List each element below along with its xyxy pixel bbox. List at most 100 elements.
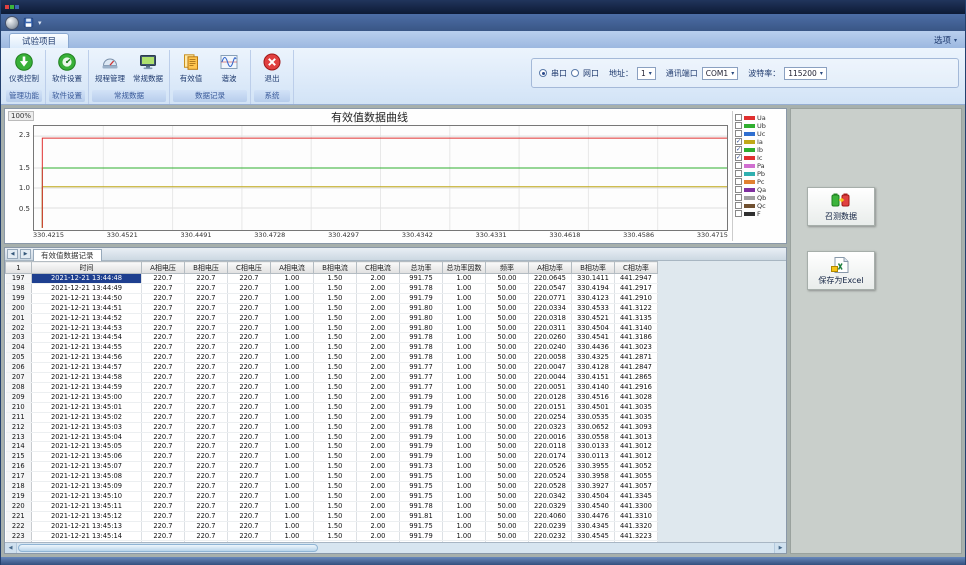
grid-cell[interactable]: 1.00 <box>271 373 314 383</box>
grid-cell[interactable]: 991.78 <box>400 283 443 293</box>
row-number-cell[interactable]: 221 <box>6 511 32 521</box>
grid-column-header[interactable]: A相电流 <box>271 262 314 274</box>
grid-cell[interactable]: 2.00 <box>357 283 400 293</box>
grid-cell[interactable]: 330.4325 <box>572 353 615 363</box>
grid-cell[interactable]: 50.00 <box>486 353 529 363</box>
grid-cell[interactable]: 1.00 <box>271 343 314 353</box>
grid-cell[interactable]: 1.00 <box>271 432 314 442</box>
grid-cell[interactable]: 2.00 <box>357 323 400 333</box>
grid-cell[interactable]: 50.00 <box>486 482 529 492</box>
row-number-cell[interactable]: 202 <box>6 323 32 333</box>
grid-cell[interactable]: 330.4533 <box>572 303 615 313</box>
tab-scroll-right-icon[interactable]: ▶ <box>20 249 31 259</box>
grid-cell[interactable]: 220.7 <box>228 482 271 492</box>
grid-column-header[interactable]: A相电压 <box>142 262 185 274</box>
grid-cell[interactable]: 330.4501 <box>572 402 615 412</box>
grid-cell[interactable]: 1.50 <box>314 482 357 492</box>
table-row[interactable]: 2192021-12-21 13:45:10220.7220.7220.71.0… <box>6 491 658 501</box>
grid-cell[interactable]: 220.7 <box>228 501 271 511</box>
row-number-cell[interactable]: 200 <box>6 303 32 313</box>
ribbon-button-instrument-control[interactable]: 仪表控制 <box>5 50 43 89</box>
legend-checkbox[interactable] <box>735 186 742 193</box>
grid-column-header[interactable]: 时间 <box>32 262 142 274</box>
grid-cell[interactable]: 991.78 <box>400 353 443 363</box>
grid-column-header[interactable]: A相功率 <box>529 262 572 274</box>
grid-cell[interactable]: 220.7 <box>228 323 271 333</box>
table-row[interactable]: 2202021-12-21 13:45:11220.7220.7220.71.0… <box>6 501 658 511</box>
grid-cell[interactable]: 2.00 <box>357 531 400 541</box>
grid-cell[interactable]: 1.00 <box>443 452 486 462</box>
grid-cell[interactable]: 2021-12-21 13:45:10 <box>32 491 142 501</box>
grid-cell[interactable]: 330.1411 <box>572 274 615 284</box>
grid-cell[interactable]: 1.50 <box>314 274 357 284</box>
grid-cell[interactable]: 1.50 <box>314 353 357 363</box>
grid-cell[interactable]: 441.2916 <box>615 382 658 392</box>
save-excel-button[interactable]: 保存为Excel <box>807 251 875 290</box>
grid-cell[interactable]: 220.7 <box>228 274 271 284</box>
row-number-cell[interactable]: 199 <box>6 293 32 303</box>
grid-cell[interactable]: 330.4140 <box>572 382 615 392</box>
grid-cell[interactable]: 1.50 <box>314 402 357 412</box>
grid-cell[interactable]: 220.7 <box>185 422 228 432</box>
network-radio[interactable] <box>571 69 579 77</box>
grid-cell[interactable]: 220.7 <box>185 333 228 343</box>
grid-cell[interactable]: 330.4541 <box>572 333 615 343</box>
grid-cell[interactable]: 220.7 <box>185 343 228 353</box>
grid-cell[interactable]: 220.7 <box>142 491 185 501</box>
grid-cell[interactable]: 2.00 <box>357 333 400 343</box>
legend-item[interactable]: ✓Ia <box>735 138 783 145</box>
legend-item[interactable]: Ua <box>735 114 783 121</box>
grid-cell[interactable]: 1.00 <box>443 283 486 293</box>
grid-cell[interactable]: 2021-12-21 13:44:51 <box>32 303 142 313</box>
grid-cell[interactable]: 220.7 <box>185 373 228 383</box>
grid-cell[interactable]: 1.00 <box>271 363 314 373</box>
grid-cell[interactable]: 2021-12-21 13:45:08 <box>32 472 142 482</box>
row-number-cell[interactable]: 211 <box>6 412 32 422</box>
grid-cell[interactable]: 991.77 <box>400 373 443 383</box>
grid-cell[interactable]: 2021-12-21 13:45:02 <box>32 412 142 422</box>
grid-cell[interactable]: 220.7 <box>185 293 228 303</box>
grid-cell[interactable]: 2021-12-21 13:45:00 <box>32 392 142 402</box>
table-row[interactable]: 1972021-12-21 13:44:48220.7220.7220.71.0… <box>6 274 658 284</box>
ribbon-button-exit[interactable]: 退出 <box>253 50 291 89</box>
grid-cell[interactable]: 1.00 <box>443 323 486 333</box>
grid-cell[interactable]: 2.00 <box>357 392 400 402</box>
row-number-cell[interactable]: 206 <box>6 363 32 373</box>
grid-cell[interactable]: 220.7 <box>185 392 228 402</box>
grid-cell[interactable]: 220.0342 <box>529 491 572 501</box>
grid-cell[interactable]: 1.50 <box>314 412 357 422</box>
row-number-cell[interactable]: 215 <box>6 452 32 462</box>
grid-cell[interactable]: 2021-12-21 13:45:12 <box>32 511 142 521</box>
grid-cell[interactable]: 2021-12-21 13:44:49 <box>32 283 142 293</box>
grid-cell[interactable]: 441.3300 <box>615 501 658 511</box>
grid-cell[interactable]: 220.7 <box>142 333 185 343</box>
address-select[interactable]: 1 ▾ <box>637 67 656 80</box>
grid-cell[interactable]: 991.75 <box>400 274 443 284</box>
row-number-cell[interactable]: 223 <box>6 531 32 541</box>
grid-cell[interactable]: 220.7 <box>185 442 228 452</box>
grid-cell[interactable]: 1.50 <box>314 452 357 462</box>
horizontal-scrollbar[interactable]: ◀ ▶ <box>5 542 786 553</box>
grid-cell[interactable]: 441.3186 <box>615 333 658 343</box>
grid-cell[interactable]: 220.0047 <box>529 363 572 373</box>
app-menu-orb[interactable] <box>5 16 19 30</box>
grid-cell[interactable]: 330.4123 <box>572 293 615 303</box>
grid-cell[interactable]: 441.3052 <box>615 462 658 472</box>
row-number-cell[interactable]: 217 <box>6 472 32 482</box>
grid-cell[interactable]: 330.4476 <box>572 511 615 521</box>
grid-cell[interactable]: 2021-12-21 13:44:58 <box>32 373 142 383</box>
grid-cell[interactable]: 220.7 <box>228 392 271 402</box>
grid-cell[interactable]: 441.2847 <box>615 363 658 373</box>
grid-column-header[interactable]: B相功率 <box>572 262 615 274</box>
grid-column-header[interactable]: B相电压 <box>185 262 228 274</box>
serial-radio[interactable] <box>539 69 547 77</box>
grid-column-header[interactable]: C相电压 <box>228 262 271 274</box>
grid-cell[interactable]: 220.0240 <box>529 343 572 353</box>
grid-cell[interactable]: 1.00 <box>271 274 314 284</box>
grid-cell[interactable]: 330.4516 <box>572 392 615 402</box>
grid-cell[interactable]: 220.0239 <box>529 521 572 531</box>
grid-cell[interactable]: 220.7 <box>185 313 228 323</box>
ribbon-button-general-data[interactable]: 常规数据 <box>129 50 167 89</box>
grid-cell[interactable]: 220.7 <box>228 531 271 541</box>
grid-cell[interactable]: 220.0329 <box>529 501 572 511</box>
